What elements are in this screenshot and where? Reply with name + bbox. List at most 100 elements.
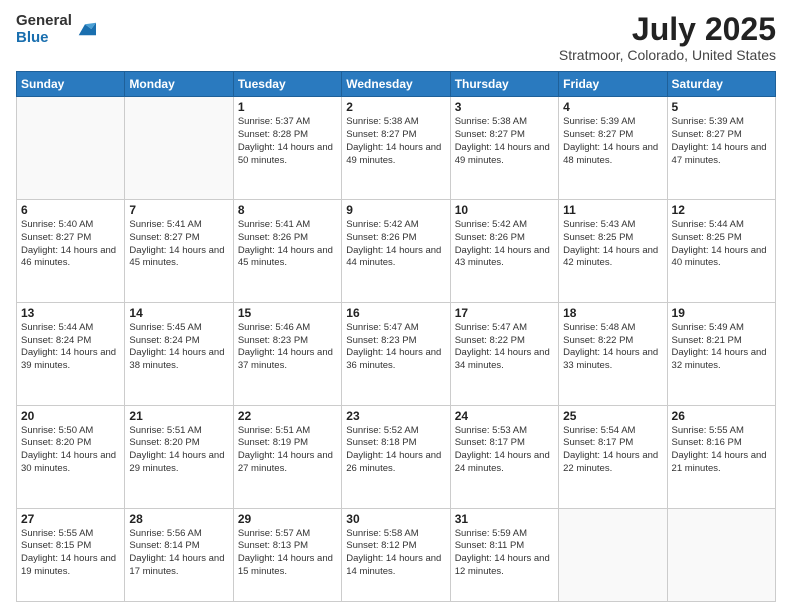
month-title: July 2025 xyxy=(559,12,776,47)
day-number: 8 xyxy=(238,203,337,217)
calendar-cell: 22Sunrise: 5:51 AMSunset: 8:19 PMDayligh… xyxy=(233,405,341,508)
calendar-cell: 6 Sunrise: 5:40 AMSunset: 8:27 PMDaylight… xyxy=(17,200,125,303)
calendar-cell: 18 Sunrise: 5:48 AMSunset: 8:22 PMDayligh… xyxy=(559,302,667,405)
calendar-cell: 21Sunrise: 5:51 AMSunset: 8:20 PMDayligh… xyxy=(125,405,233,508)
calendar-week-3: 13 Sunrise: 5:44 AMSunset: 8:24 PMDayligh… xyxy=(17,302,776,405)
calendar-cell: 25 Sunrise: 5:54 AMSunset: 8:17 PMDayligh… xyxy=(559,405,667,508)
calendar-cell: 8 Sunrise: 5:41 AMSunset: 8:26 PMDaylight… xyxy=(233,200,341,303)
day-info: Sunrise: 5:42 AMSunset: 8:26 PMDaylight:… xyxy=(346,219,445,270)
day-info: Sunrise: 5:58 AMSunset: 8:12 PMDaylight:… xyxy=(346,528,445,579)
calendar-cell: 10 Sunrise: 5:42 AMSunset: 8:26 PMDayligh… xyxy=(450,200,558,303)
day-info: Sunrise: 5:48 AMSunset: 8:22 PMDaylight:… xyxy=(563,322,662,373)
logo-text: General Blue xyxy=(16,12,72,47)
calendar-cell: 3 Sunrise: 5:38 AMSunset: 8:27 PMDaylight… xyxy=(450,97,558,200)
day-info: Sunrise: 5:42 AMSunset: 8:26 PMDaylight:… xyxy=(455,219,554,270)
calendar-cell xyxy=(559,508,667,602)
day-info: Sunrise: 5:46 AMSunset: 8:23 PMDaylight:… xyxy=(238,322,337,373)
calendar-cell xyxy=(17,97,125,200)
day-number: 1 xyxy=(238,100,337,114)
location-title: Stratmoor, Colorado, United States xyxy=(559,47,776,63)
day-info: Sunrise: 5:39 AMSunset: 8:27 PMDaylight:… xyxy=(563,116,662,167)
calendar-cell: 24Sunrise: 5:53 AMSunset: 8:17 PMDayligh… xyxy=(450,405,558,508)
col-wednesday: Wednesday xyxy=(342,72,450,97)
day-info: Sunrise: 5:49 AMSunset: 8:21 PMDaylight:… xyxy=(672,322,771,373)
day-info: Sunrise: 5:52 AMSunset: 8:18 PMDaylight:… xyxy=(346,425,445,476)
day-info: Sunrise: 5:39 AMSunset: 8:27 PMDaylight:… xyxy=(672,116,771,167)
calendar-cell: 31 Sunrise: 5:59 AMSunset: 8:11 PMDayligh… xyxy=(450,508,558,602)
day-number: 5 xyxy=(672,100,771,114)
day-info: Sunrise: 5:55 AMSunset: 8:15 PMDaylight:… xyxy=(21,528,120,579)
calendar-cell: 4Sunrise: 5:39 AMSunset: 8:27 PMDaylight… xyxy=(559,97,667,200)
calendar-cell: 15Sunrise: 5:46 AMSunset: 8:23 PMDayligh… xyxy=(233,302,341,405)
day-number: 28 xyxy=(129,512,228,526)
logo-icon xyxy=(74,18,96,40)
day-info: Sunrise: 5:47 AMSunset: 8:23 PMDaylight:… xyxy=(346,322,445,373)
calendar-week-1: 1 Sunrise: 5:37 AMSunset: 8:28 PMDaylight… xyxy=(17,97,776,200)
day-info: Sunrise: 5:41 AMSunset: 8:27 PMDaylight:… xyxy=(129,219,228,270)
day-number: 2 xyxy=(346,100,445,114)
calendar-cell: 27Sunrise: 5:55 AMSunset: 8:15 PMDayligh… xyxy=(17,508,125,602)
day-info: Sunrise: 5:47 AMSunset: 8:22 PMDaylight:… xyxy=(455,322,554,373)
day-info: Sunrise: 5:44 AMSunset: 8:24 PMDaylight:… xyxy=(21,322,120,373)
day-number: 17 xyxy=(455,306,554,320)
col-saturday: Saturday xyxy=(667,72,775,97)
page: General Blue July 2025 Stratmoor, Colora… xyxy=(0,0,792,612)
day-number: 14 xyxy=(129,306,228,320)
day-info: Sunrise: 5:57 AMSunset: 8:13 PMDaylight:… xyxy=(238,528,337,579)
day-number: 16 xyxy=(346,306,445,320)
calendar-table: Sunday Monday Tuesday Wednesday Thursday… xyxy=(16,71,776,602)
calendar-cell: 17 Sunrise: 5:47 AMSunset: 8:22 PMDayligh… xyxy=(450,302,558,405)
day-info: Sunrise: 5:38 AMSunset: 8:27 PMDaylight:… xyxy=(346,116,445,167)
day-number: 31 xyxy=(455,512,554,526)
day-number: 19 xyxy=(672,306,771,320)
day-info: Sunrise: 5:51 AMSunset: 8:19 PMDaylight:… xyxy=(238,425,337,476)
calendar-cell: 1 Sunrise: 5:37 AMSunset: 8:28 PMDaylight… xyxy=(233,97,341,200)
day-number: 23 xyxy=(346,409,445,423)
day-number: 10 xyxy=(455,203,554,217)
calendar-cell: 12Sunrise: 5:44 AMSunset: 8:25 PMDayligh… xyxy=(667,200,775,303)
day-number: 29 xyxy=(238,512,337,526)
calendar-cell xyxy=(667,508,775,602)
day-info: Sunrise: 5:53 AMSunset: 8:17 PMDaylight:… xyxy=(455,425,554,476)
day-info: Sunrise: 5:44 AMSunset: 8:25 PMDaylight:… xyxy=(672,219,771,270)
day-info: Sunrise: 5:59 AMSunset: 8:11 PMDaylight:… xyxy=(455,528,554,579)
day-number: 20 xyxy=(21,409,120,423)
calendar-week-5: 27Sunrise: 5:55 AMSunset: 8:15 PMDayligh… xyxy=(17,508,776,602)
day-number: 18 xyxy=(563,306,662,320)
col-sunday: Sunday xyxy=(17,72,125,97)
calendar-cell: 30 Sunrise: 5:58 AMSunset: 8:12 PMDayligh… xyxy=(342,508,450,602)
day-number: 11 xyxy=(563,203,662,217)
day-number: 7 xyxy=(129,203,228,217)
day-info: Sunrise: 5:40 AMSunset: 8:27 PMDaylight:… xyxy=(21,219,120,270)
title-block: July 2025 Stratmoor, Colorado, United St… xyxy=(559,12,776,63)
day-number: 26 xyxy=(672,409,771,423)
calendar-cell: 19 Sunrise: 5:49 AMSunset: 8:21 PMDayligh… xyxy=(667,302,775,405)
header: General Blue July 2025 Stratmoor, Colora… xyxy=(16,12,776,63)
col-thursday: Thursday xyxy=(450,72,558,97)
day-number: 6 xyxy=(21,203,120,217)
day-number: 25 xyxy=(563,409,662,423)
day-info: Sunrise: 5:56 AMSunset: 8:14 PMDaylight:… xyxy=(129,528,228,579)
day-number: 13 xyxy=(21,306,120,320)
calendar-cell: 9Sunrise: 5:42 AMSunset: 8:26 PMDaylight… xyxy=(342,200,450,303)
day-info: Sunrise: 5:41 AMSunset: 8:26 PMDaylight:… xyxy=(238,219,337,270)
day-info: Sunrise: 5:55 AMSunset: 8:16 PMDaylight:… xyxy=(672,425,771,476)
logo: General Blue xyxy=(16,12,96,47)
calendar-cell: 20Sunrise: 5:50 AMSunset: 8:20 PMDayligh… xyxy=(17,405,125,508)
day-info: Sunrise: 5:45 AMSunset: 8:24 PMDaylight:… xyxy=(129,322,228,373)
col-monday: Monday xyxy=(125,72,233,97)
calendar-cell: 29 Sunrise: 5:57 AMSunset: 8:13 PMDayligh… xyxy=(233,508,341,602)
calendar-cell: 2 Sunrise: 5:38 AMSunset: 8:27 PMDaylight… xyxy=(342,97,450,200)
day-info: Sunrise: 5:37 AMSunset: 8:28 PMDaylight:… xyxy=(238,116,337,167)
day-info: Sunrise: 5:54 AMSunset: 8:17 PMDaylight:… xyxy=(563,425,662,476)
calendar-week-2: 6 Sunrise: 5:40 AMSunset: 8:27 PMDaylight… xyxy=(17,200,776,303)
col-friday: Friday xyxy=(559,72,667,97)
day-info: Sunrise: 5:38 AMSunset: 8:27 PMDaylight:… xyxy=(455,116,554,167)
day-number: 30 xyxy=(346,512,445,526)
day-number: 3 xyxy=(455,100,554,114)
calendar-cell: 28 Sunrise: 5:56 AMSunset: 8:14 PMDayligh… xyxy=(125,508,233,602)
calendar-cell: 23 Sunrise: 5:52 AMSunset: 8:18 PMDayligh… xyxy=(342,405,450,508)
calendar-cell: 5 Sunrise: 5:39 AMSunset: 8:27 PMDaylight… xyxy=(667,97,775,200)
calendar-cell: 16 Sunrise: 5:47 AMSunset: 8:23 PMDayligh… xyxy=(342,302,450,405)
calendar-cell: 11Sunrise: 5:43 AMSunset: 8:25 PMDayligh… xyxy=(559,200,667,303)
